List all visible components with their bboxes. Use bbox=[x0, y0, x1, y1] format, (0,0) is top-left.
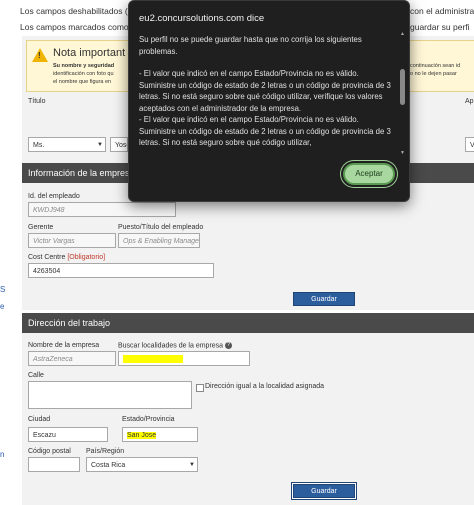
help-icon[interactable]: ? bbox=[225, 342, 233, 349]
position-label: Puesto/Título del empleado bbox=[118, 224, 204, 231]
street-input[interactable] bbox=[28, 381, 192, 409]
dialog-paragraph-1: Su perfil no se puede guardar hasta que … bbox=[139, 35, 362, 56]
manager-input: Victor Vargas bbox=[28, 233, 116, 248]
search-locations-label-text: Buscar localidades de la empresa bbox=[118, 342, 224, 350]
scroll-up-icon[interactable]: ▲ bbox=[400, 31, 405, 37]
cost-centre-label: Cost Centre [Obligatorio] bbox=[28, 254, 105, 261]
state-input[interactable]: San Jose bbox=[122, 427, 198, 442]
state-label: Estado/Provincia bbox=[122, 416, 175, 423]
work-address-header: Dirección del trabajo bbox=[22, 313, 474, 333]
cost-centre-input[interactable]: 4263504 bbox=[28, 263, 214, 278]
city-label: Ciudad bbox=[28, 416, 51, 423]
title-select-value: Ms. bbox=[33, 142, 45, 149]
dialog-paragraph-3: - El valor que indicó en el campo Estado… bbox=[139, 115, 391, 147]
search-locations-label: Buscar localidades de la empresa ? bbox=[118, 342, 233, 350]
top-text-line1-right: con el administra bbox=[410, 6, 474, 16]
warning-icon-mark: ! bbox=[38, 51, 41, 60]
first-name-input[interactable]: Yose bbox=[110, 137, 128, 152]
manager-label: Gerente bbox=[28, 224, 54, 231]
country-select[interactable]: Costa Rica ▼ bbox=[86, 457, 198, 472]
top-text-line2-right: guardar su perfi bbox=[410, 22, 470, 32]
postal-code-input[interactable] bbox=[28, 457, 80, 472]
company-name-label: Nombre de la empresa bbox=[28, 342, 100, 349]
title-label: Título bbox=[28, 98, 46, 105]
postal-code-label: Código postal bbox=[28, 448, 71, 455]
same-address-checkbox[interactable] bbox=[196, 384, 204, 392]
dialog-scrollbar[interactable]: ▲ ▼ bbox=[400, 31, 405, 156]
scroll-down-icon[interactable]: ▼ bbox=[400, 150, 405, 156]
dialog-paragraph-2: - El valor que indicó en el campo Estado… bbox=[139, 69, 391, 113]
note-text-line1: Su nombre y seguridad bbox=[53, 63, 115, 69]
state-input-value: San Jose bbox=[127, 432, 157, 439]
left-nav-fragment-n[interactable]: n bbox=[0, 450, 4, 459]
chevron-down-icon: ▼ bbox=[97, 142, 103, 148]
position-input: Ops & Enabling Manager bbox=[118, 233, 200, 248]
save-company-info-button[interactable]: Guardar bbox=[293, 292, 355, 306]
note-text-line2: identificación con foto qu bbox=[53, 71, 114, 77]
left-nav-fragment-s[interactable]: S bbox=[0, 285, 5, 294]
cost-centre-required: [Obligatorio] bbox=[67, 254, 106, 261]
employee-id-label: Id. del empleado bbox=[28, 193, 80, 200]
employee-id-input: KWDJ948 bbox=[28, 202, 176, 217]
search-locations-input[interactable] bbox=[118, 351, 250, 366]
dialog-title: eu2.concursolutions.com dice bbox=[139, 13, 265, 24]
last-name-label: Ap bbox=[465, 98, 474, 105]
top-text-line2-left: Los campos marcados como bbox=[20, 22, 129, 32]
same-address-label: Dirección igual a la localidad asignada bbox=[205, 383, 325, 390]
city-input[interactable]: Escazu bbox=[28, 427, 108, 442]
chevron-down-icon: ▼ bbox=[189, 462, 195, 468]
accept-button[interactable]: Aceptar bbox=[343, 163, 395, 185]
dialog-scrollbar-thumb[interactable] bbox=[400, 69, 405, 105]
cost-centre-label-text: Cost Centre bbox=[28, 254, 66, 261]
highlight-mark bbox=[123, 355, 183, 363]
country-label: País/Región bbox=[86, 448, 125, 455]
last-name-input[interactable]: Vi bbox=[465, 137, 474, 152]
company-name-input: AstraZeneca bbox=[28, 351, 116, 366]
note-title: Nota important bbox=[53, 47, 126, 59]
country-select-value: Costa Rica bbox=[91, 462, 126, 469]
note-right-line1: continuación sean id bbox=[410, 63, 461, 69]
left-nav-fragment-e[interactable]: e bbox=[0, 302, 4, 311]
save-work-address-button[interactable]: Guardar bbox=[293, 484, 355, 498]
title-select[interactable]: Ms. ▼ bbox=[28, 137, 106, 152]
street-label: Calle bbox=[28, 372, 44, 379]
dialog-message: Su perfil no se puede guardar hasta que … bbox=[139, 34, 395, 154]
important-note-box-right: continuación sean id o no le dejen pasar bbox=[405, 40, 474, 92]
note-text-line3: el nombre que figura en bbox=[53, 79, 112, 85]
important-note-box: ! Nota important Su nombre y seguridad i… bbox=[26, 40, 138, 92]
note-right-line2: o no le dejen pasar bbox=[410, 71, 457, 77]
top-text-line1-left: Los campos deshabilitados ( bbox=[20, 6, 128, 16]
